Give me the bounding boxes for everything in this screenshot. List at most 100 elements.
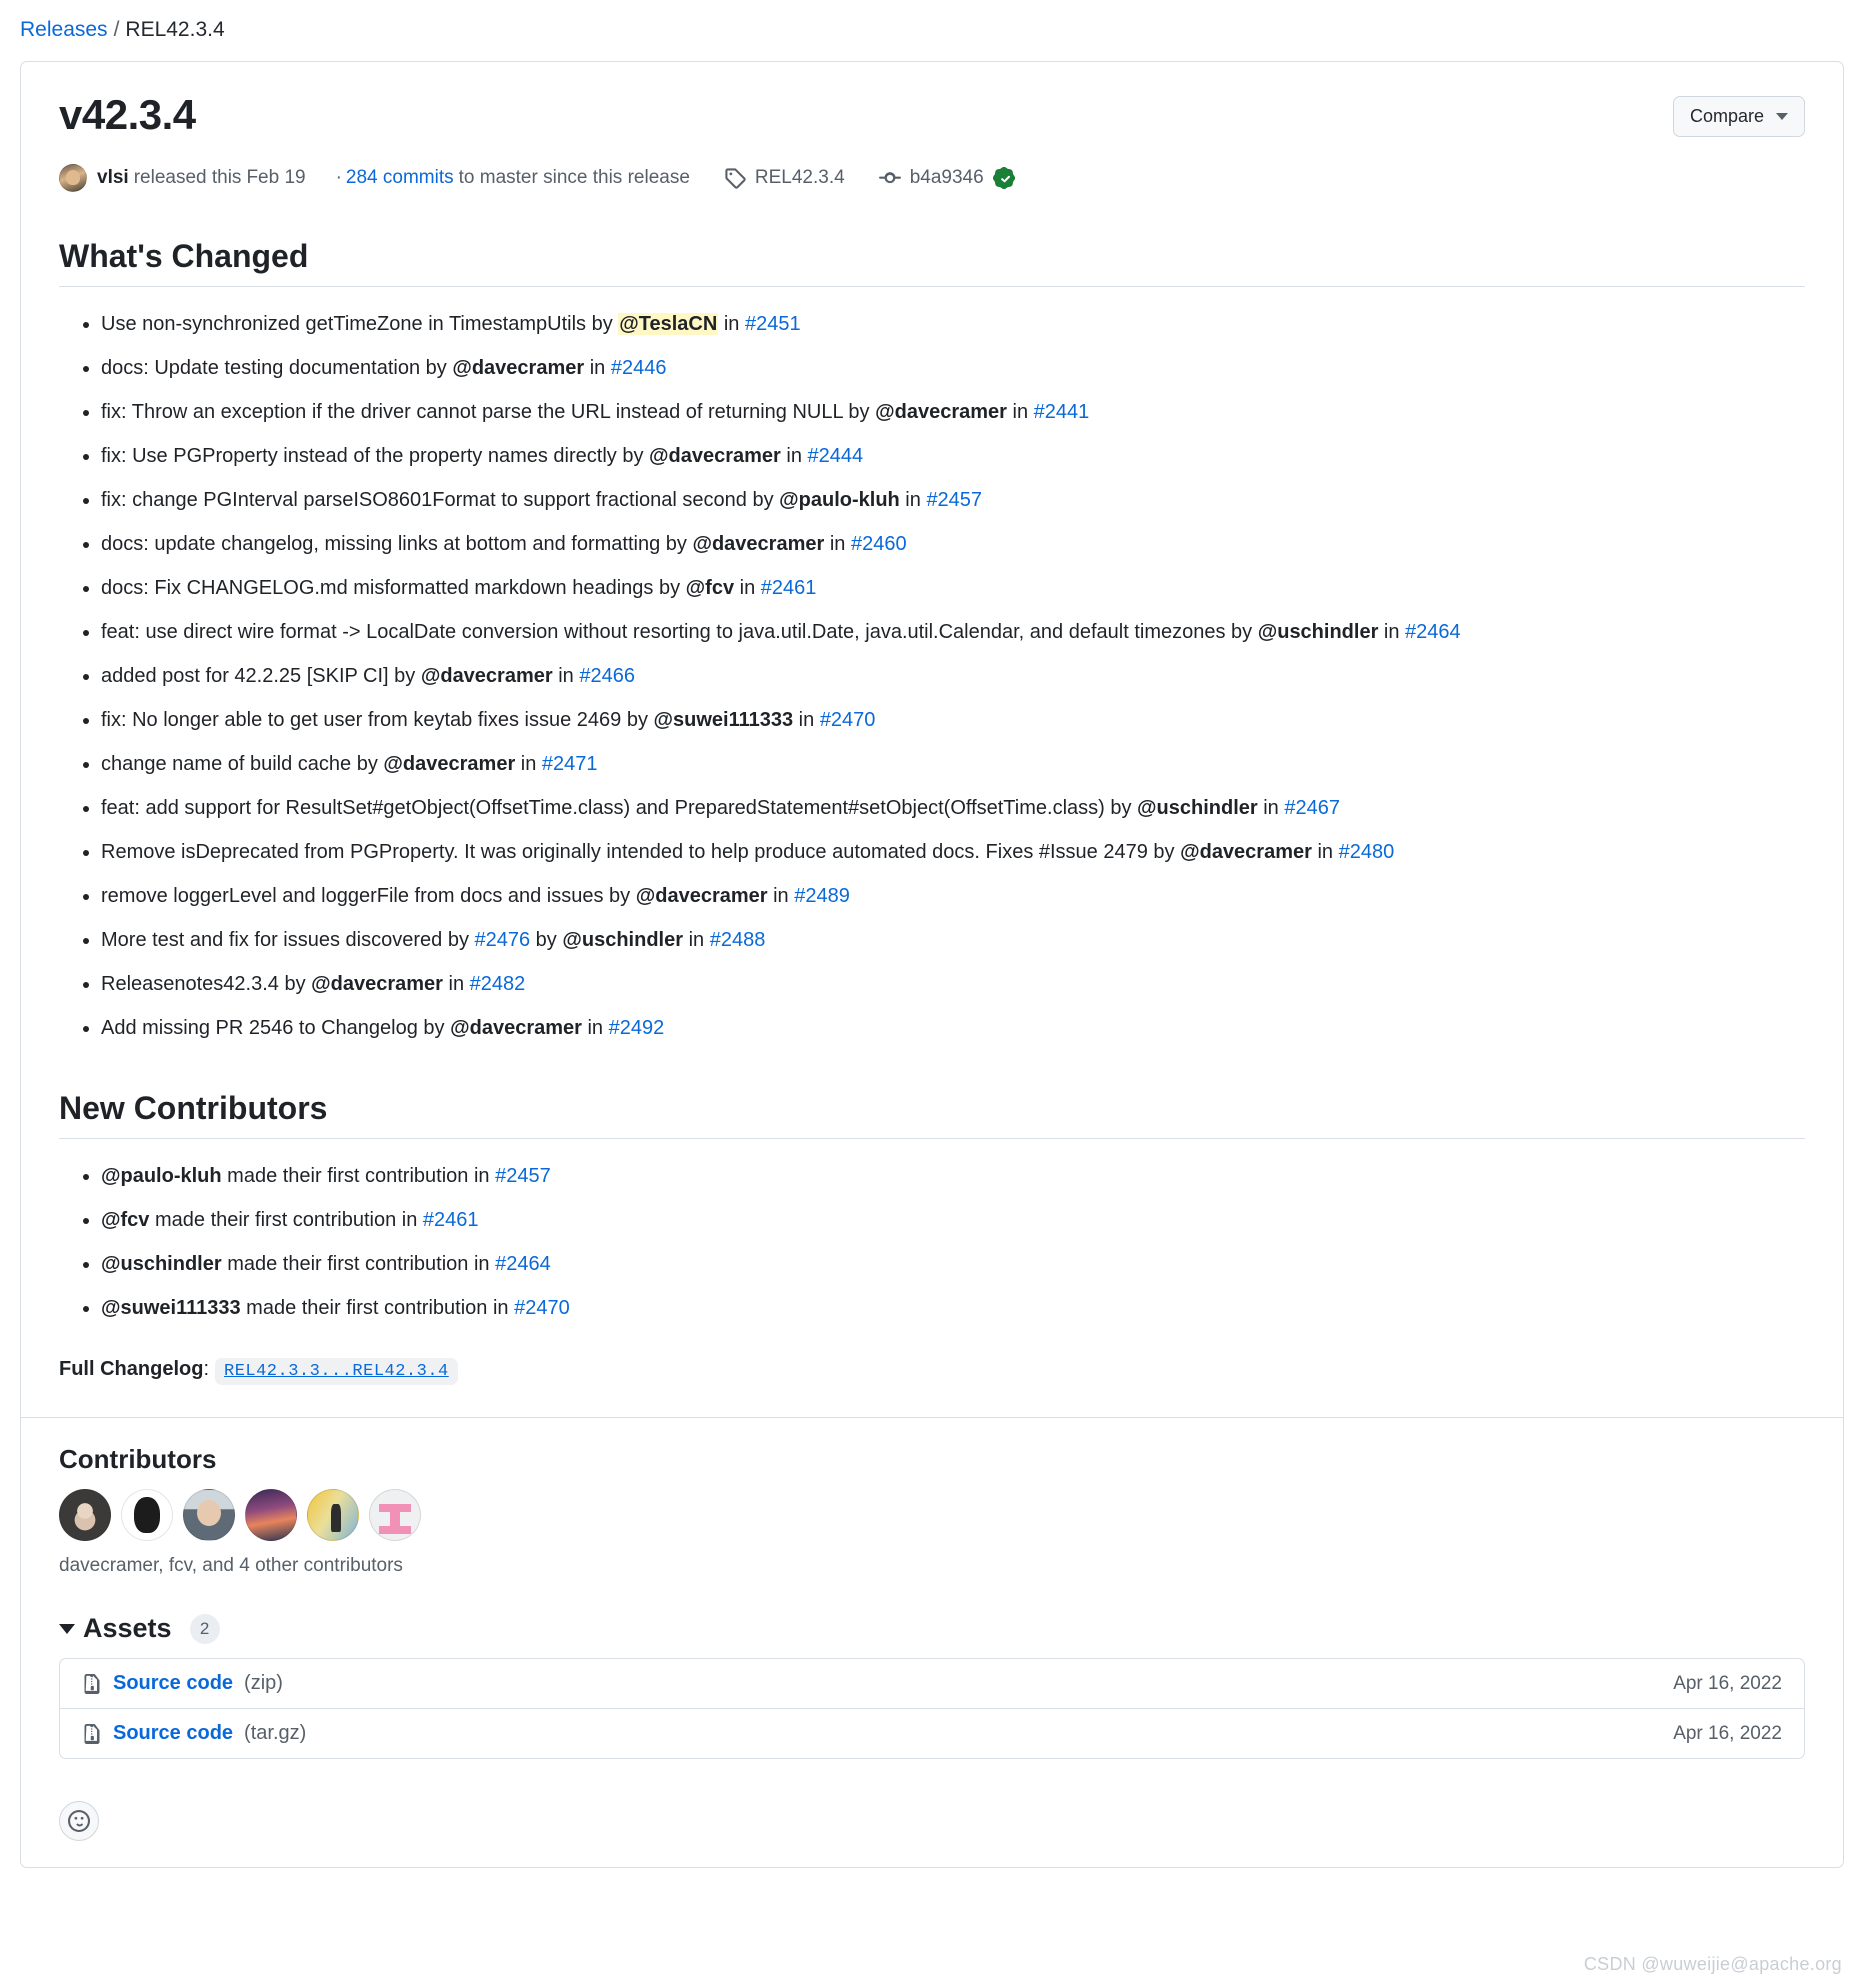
- commits-link[interactable]: 284 commits: [346, 167, 454, 189]
- commits-suffix: to master since this release: [458, 167, 690, 189]
- tag-icon: [725, 168, 746, 190]
- release-commit[interactable]: b4a9346: [878, 167, 1015, 190]
- new-contributor-pr-link[interactable]: #2457: [495, 1165, 551, 1187]
- changelog-item-pr-link[interactable]: #2467: [1284, 797, 1340, 819]
- assets-count-badge: 2: [189, 1613, 220, 1644]
- changelog-item-pr-link[interactable]: #2466: [579, 665, 635, 687]
- changelog-item-pr-link[interactable]: #2460: [851, 533, 907, 555]
- changelog-item-pr-link[interactable]: #2446: [611, 357, 667, 379]
- changelog-item-author[interactable]: @uschindler: [1258, 621, 1379, 643]
- changelog-item-author[interactable]: @uschindler: [562, 929, 683, 951]
- avatar-fcv[interactable]: [121, 1489, 173, 1542]
- changelog-item-mid: by: [530, 929, 563, 952]
- changelog-item-ref-link[interactable]: #2476: [475, 929, 531, 951]
- commit-icon: [878, 172, 901, 184]
- changelog-item-author[interactable]: @uschindler: [1137, 797, 1258, 819]
- changelog-item-pr-link[interactable]: #2451: [745, 313, 801, 335]
- changelog-item: fix: Throw an exception if the driver ca…: [101, 397, 1805, 428]
- breadcrumb-current: REL42.3.4: [125, 18, 225, 41]
- changelog-item-text: fix: No longer able to get user from key…: [101, 709, 654, 732]
- changelog-item-pr-link[interactable]: #2488: [710, 929, 766, 951]
- changelog-item-pr-link[interactable]: #2482: [470, 973, 526, 995]
- changelog-item-author[interactable]: @davecramer: [311, 973, 443, 995]
- changelog-item-author[interactable]: @paulo-kluh: [779, 489, 900, 511]
- changelog-item-pr-link[interactable]: #2461: [761, 577, 817, 599]
- new-contributor-pr-link[interactable]: #2470: [514, 1297, 570, 1319]
- full-changelog-colon: :: [203, 1358, 209, 1381]
- breadcrumb-releases-link[interactable]: Releases: [20, 18, 108, 41]
- changelog-item-in: in: [552, 665, 580, 688]
- asset-row[interactable]: Source code (tar.gz) Apr 16, 2022: [60, 1709, 1804, 1758]
- verified-check-icon: [992, 167, 1015, 190]
- changelog-item-author[interactable]: @suwei111333: [654, 709, 794, 731]
- assets-toggle[interactable]: Assets: [59, 1613, 172, 1644]
- new-contributor-handle[interactable]: @suwei111333: [101, 1297, 241, 1319]
- new-contributor-text: made their first contribution in: [221, 1253, 496, 1276]
- changelog-item-in: in: [1006, 401, 1034, 424]
- new-contributor-pr-link[interactable]: #2464: [495, 1253, 551, 1275]
- avatar-vlsi[interactable]: [59, 164, 87, 193]
- asset-name-link[interactable]: Source code: [113, 1672, 233, 1695]
- release-page: Releases / REL42.3.4 v42.3.4 Compare vlsi …: [0, 0, 1864, 1974]
- compare-button[interactable]: Compare: [1672, 96, 1805, 138]
- changelog-item-in: in: [1311, 841, 1339, 864]
- changelog-item-text: fix: Throw an exception if the driver ca…: [101, 401, 876, 424]
- changelog-item-pr-link[interactable]: #2480: [1339, 841, 1395, 863]
- changelog-item-author[interactable]: @davecramer: [692, 533, 824, 555]
- changelog-item-in: in: [683, 929, 710, 952]
- changelog-item-author[interactable]: @davecramer: [452, 357, 584, 379]
- new-contributors-list: @paulo-kluh made their first contributio…: [59, 1161, 1805, 1324]
- changelog-item-author[interactable]: @davecramer: [383, 753, 515, 775]
- changelog-item-in: in: [718, 313, 745, 336]
- contributors-heading: Contributors: [59, 1444, 217, 1475]
- avatar-vlsi[interactable]: [245, 1489, 297, 1542]
- changelog-item-author[interactable]: @davecramer: [421, 665, 553, 687]
- changelog-item-in: in: [767, 885, 795, 908]
- changelog-item-author[interactable]: @davecramer: [875, 401, 1007, 423]
- changelog-item-in: in: [1257, 797, 1285, 820]
- changelog-item-text: Remove isDeprecated from PGProperty. It …: [101, 841, 1181, 864]
- release-author-link[interactable]: vlsi: [97, 167, 129, 189]
- breadcrumb: Releases / REL42.3.4: [0, 0, 1864, 57]
- avatar-teslacn[interactable]: [369, 1489, 421, 1542]
- changelog-item-pr-link[interactable]: #2470: [820, 709, 876, 731]
- changelog-item-pr-link[interactable]: #2492: [609, 1017, 665, 1039]
- changelog-item-text: Add missing PR 2546 to Changelog by: [101, 1017, 451, 1040]
- asset-left: Source code (zip): [82, 1672, 283, 1695]
- new-contributor-item: @paulo-kluh made their first contributio…: [101, 1161, 1805, 1192]
- changelog-item-author[interactable]: @TeslaCN: [618, 313, 719, 336]
- new-contributor-handle[interactable]: @fcv: [101, 1209, 149, 1231]
- changelog-item-text: feat: use direct wire format -> LocalDat…: [101, 621, 1258, 644]
- changelog-item-pr-link[interactable]: #2441: [1034, 401, 1090, 423]
- changelog-item-author[interactable]: @davecramer: [636, 885, 768, 907]
- changelog-item-pr-link[interactable]: #2457: [926, 489, 982, 511]
- avatar-uschindler[interactable]: [183, 1489, 235, 1542]
- add-reaction-button[interactable]: [59, 1801, 99, 1842]
- changelog-item-in: in: [1378, 621, 1406, 644]
- changelog-item-in: in: [899, 489, 927, 512]
- avatar-davecramer[interactable]: [59, 1489, 111, 1542]
- changelog-item-author[interactable]: @davecramer: [450, 1017, 582, 1039]
- changelog-item-author[interactable]: @davecramer: [649, 445, 781, 467]
- full-changelog-link[interactable]: REL42.3.3...REL42.3.4: [215, 1358, 458, 1386]
- changelog-item-pr-link[interactable]: #2464: [1405, 621, 1461, 643]
- asset-name-link[interactable]: Source code: [113, 1722, 233, 1745]
- changelog-item-in: in: [584, 357, 611, 380]
- changelog-item-in: in: [824, 533, 851, 556]
- new-contributor-handle[interactable]: @uschindler: [101, 1253, 222, 1275]
- release-released-text: released this: [133, 167, 242, 189]
- changelog-item-in: in: [793, 709, 820, 732]
- changelog-item-pr-link[interactable]: #2444: [808, 445, 864, 467]
- changelog-item-author[interactable]: @fcv: [686, 577, 734, 599]
- changelog-item-pr-link[interactable]: #2471: [542, 753, 598, 775]
- asset-row[interactable]: Source code (zip) Apr 16, 2022: [60, 1659, 1804, 1710]
- compare-button-label: Compare: [1689, 106, 1764, 127]
- changelog-item-pr-link[interactable]: #2489: [794, 885, 850, 907]
- new-contributor-handle[interactable]: @paulo-kluh: [101, 1165, 222, 1187]
- avatar-paulo-kluh[interactable]: [307, 1489, 359, 1542]
- asset-date: Apr 16, 2022: [1673, 1722, 1782, 1744]
- new-contributor-pr-link[interactable]: #2461: [423, 1209, 479, 1231]
- changelog-item: feat: use direct wire format -> LocalDat…: [101, 617, 1805, 648]
- release-tag[interactable]: REL42.3.4: [724, 167, 845, 190]
- changelog-item-author[interactable]: @davecramer: [1180, 841, 1312, 863]
